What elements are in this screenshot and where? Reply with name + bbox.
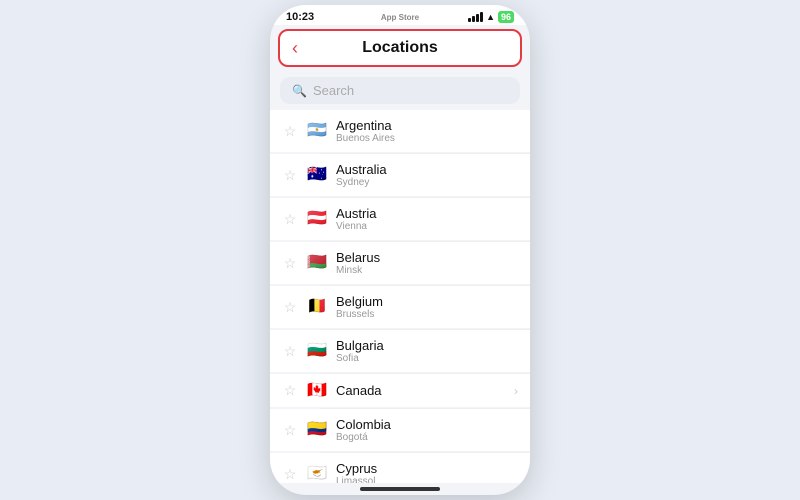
flag-cyprus: 🇨🇾 xyxy=(306,467,328,482)
star-icon-belarus[interactable]: ☆ xyxy=(282,255,298,272)
location-info-bulgaria: BulgariaSofia xyxy=(336,338,518,364)
location-name-canada: Canada xyxy=(336,383,506,398)
location-item-australia[interactable]: ☆ 🇦🇺 AustraliaSydney xyxy=(270,154,530,196)
location-info-canada: Canada xyxy=(336,383,506,398)
phone-frame: 10:23 App Store ▲ 96 ‹ Locations 🔍 Searc… xyxy=(270,5,530,495)
search-bar[interactable]: 🔍 Search xyxy=(280,77,520,104)
location-city-cyprus: Limassol xyxy=(336,476,518,483)
location-info-belgium: BelgiumBrussels xyxy=(336,294,518,320)
location-city-austria: Vienna xyxy=(336,221,518,232)
location-item-belgium[interactable]: ☆ 🇧🇪 BelgiumBrussels xyxy=(270,286,530,328)
star-icon-colombia[interactable]: ☆ xyxy=(282,422,298,439)
location-info-australia: AustraliaSydney xyxy=(336,162,518,188)
location-name-bulgaria: Bulgaria xyxy=(336,338,518,353)
location-name-belarus: Belarus xyxy=(336,250,518,265)
location-item-colombia[interactable]: ☆ 🇨🇴 ColombiaBogotá xyxy=(270,409,530,451)
location-info-cyprus: CyprusLimassol xyxy=(336,461,518,483)
star-icon-australia[interactable]: ☆ xyxy=(282,167,298,184)
search-icon: 🔍 xyxy=(292,84,307,98)
star-icon-bulgaria[interactable]: ☆ xyxy=(282,343,298,360)
signal-icon xyxy=(468,12,483,22)
star-icon-cyprus[interactable]: ☆ xyxy=(282,466,298,483)
location-info-colombia: ColombiaBogotá xyxy=(336,417,518,443)
location-info-austria: AustriaVienna xyxy=(336,206,518,232)
location-city-argentina: Buenos Aires xyxy=(336,133,518,144)
location-name-austria: Austria xyxy=(336,206,518,221)
flag-australia: 🇦🇺 xyxy=(306,168,328,183)
battery-badge: 96 xyxy=(498,11,514,23)
location-name-argentina: Argentina xyxy=(336,118,518,133)
flag-bulgaria: 🇧🇬 xyxy=(306,344,328,359)
location-city-colombia: Bogotá xyxy=(336,432,518,443)
location-item-austria[interactable]: ☆ 🇦🇹 AustriaVienna xyxy=(270,198,530,240)
status-time: 10:23 xyxy=(286,11,314,23)
search-placeholder: Search xyxy=(313,83,354,98)
star-icon-belgium[interactable]: ☆ xyxy=(282,299,298,316)
location-item-argentina[interactable]: ☆ 🇦🇷 ArgentinaBuenos Aires xyxy=(270,110,530,152)
location-city-belgium: Brussels xyxy=(336,309,518,320)
flag-belarus: 🇧🇾 xyxy=(306,256,328,271)
chevron-right-icon-canada: › xyxy=(514,384,518,398)
status-bar: 10:23 App Store ▲ 96 xyxy=(270,5,530,25)
flag-austria: 🇦🇹 xyxy=(306,212,328,227)
location-name-colombia: Colombia xyxy=(336,417,518,432)
location-name-belgium: Belgium xyxy=(336,294,518,309)
location-item-bulgaria[interactable]: ☆ 🇧🇬 BulgariaSofia xyxy=(270,330,530,372)
appstore-label: App Store xyxy=(381,13,419,22)
flag-belgium: 🇧🇪 xyxy=(306,300,328,315)
star-icon-argentina[interactable]: ☆ xyxy=(282,123,298,140)
location-item-cyprus[interactable]: ☆ 🇨🇾 CyprusLimassol xyxy=(270,453,530,483)
page-title: Locations xyxy=(362,39,438,57)
location-city-australia: Sydney xyxy=(336,177,518,188)
home-indicator xyxy=(360,487,440,491)
star-icon-austria[interactable]: ☆ xyxy=(282,211,298,228)
location-city-belarus: Minsk xyxy=(336,265,518,276)
flag-argentina: 🇦🇷 xyxy=(306,124,328,139)
location-name-cyprus: Cyprus xyxy=(336,461,518,476)
location-info-argentina: ArgentinaBuenos Aires xyxy=(336,118,518,144)
location-name-australia: Australia xyxy=(336,162,518,177)
star-icon-canada[interactable]: ☆ xyxy=(282,382,298,399)
wifi-icon: ▲ xyxy=(486,12,495,22)
location-item-belarus[interactable]: ☆ 🇧🇾 BelarusMinsk xyxy=(270,242,530,284)
location-city-bulgaria: Sofia xyxy=(336,353,518,364)
location-info-belarus: BelarusMinsk xyxy=(336,250,518,276)
status-icons: ▲ 96 xyxy=(468,11,514,23)
locations-list: ☆ 🇦🇷 ArgentinaBuenos Aires ☆ 🇦🇺 AustraliaSydn… xyxy=(270,110,530,483)
flag-colombia: 🇨🇴 xyxy=(306,423,328,438)
location-item-canada[interactable]: ☆ 🇨🇦 Canada › xyxy=(270,374,530,407)
back-button[interactable]: ‹ xyxy=(292,38,298,59)
nav-header: ‹ Locations xyxy=(278,29,522,67)
flag-canada: 🇨🇦 xyxy=(306,383,328,398)
